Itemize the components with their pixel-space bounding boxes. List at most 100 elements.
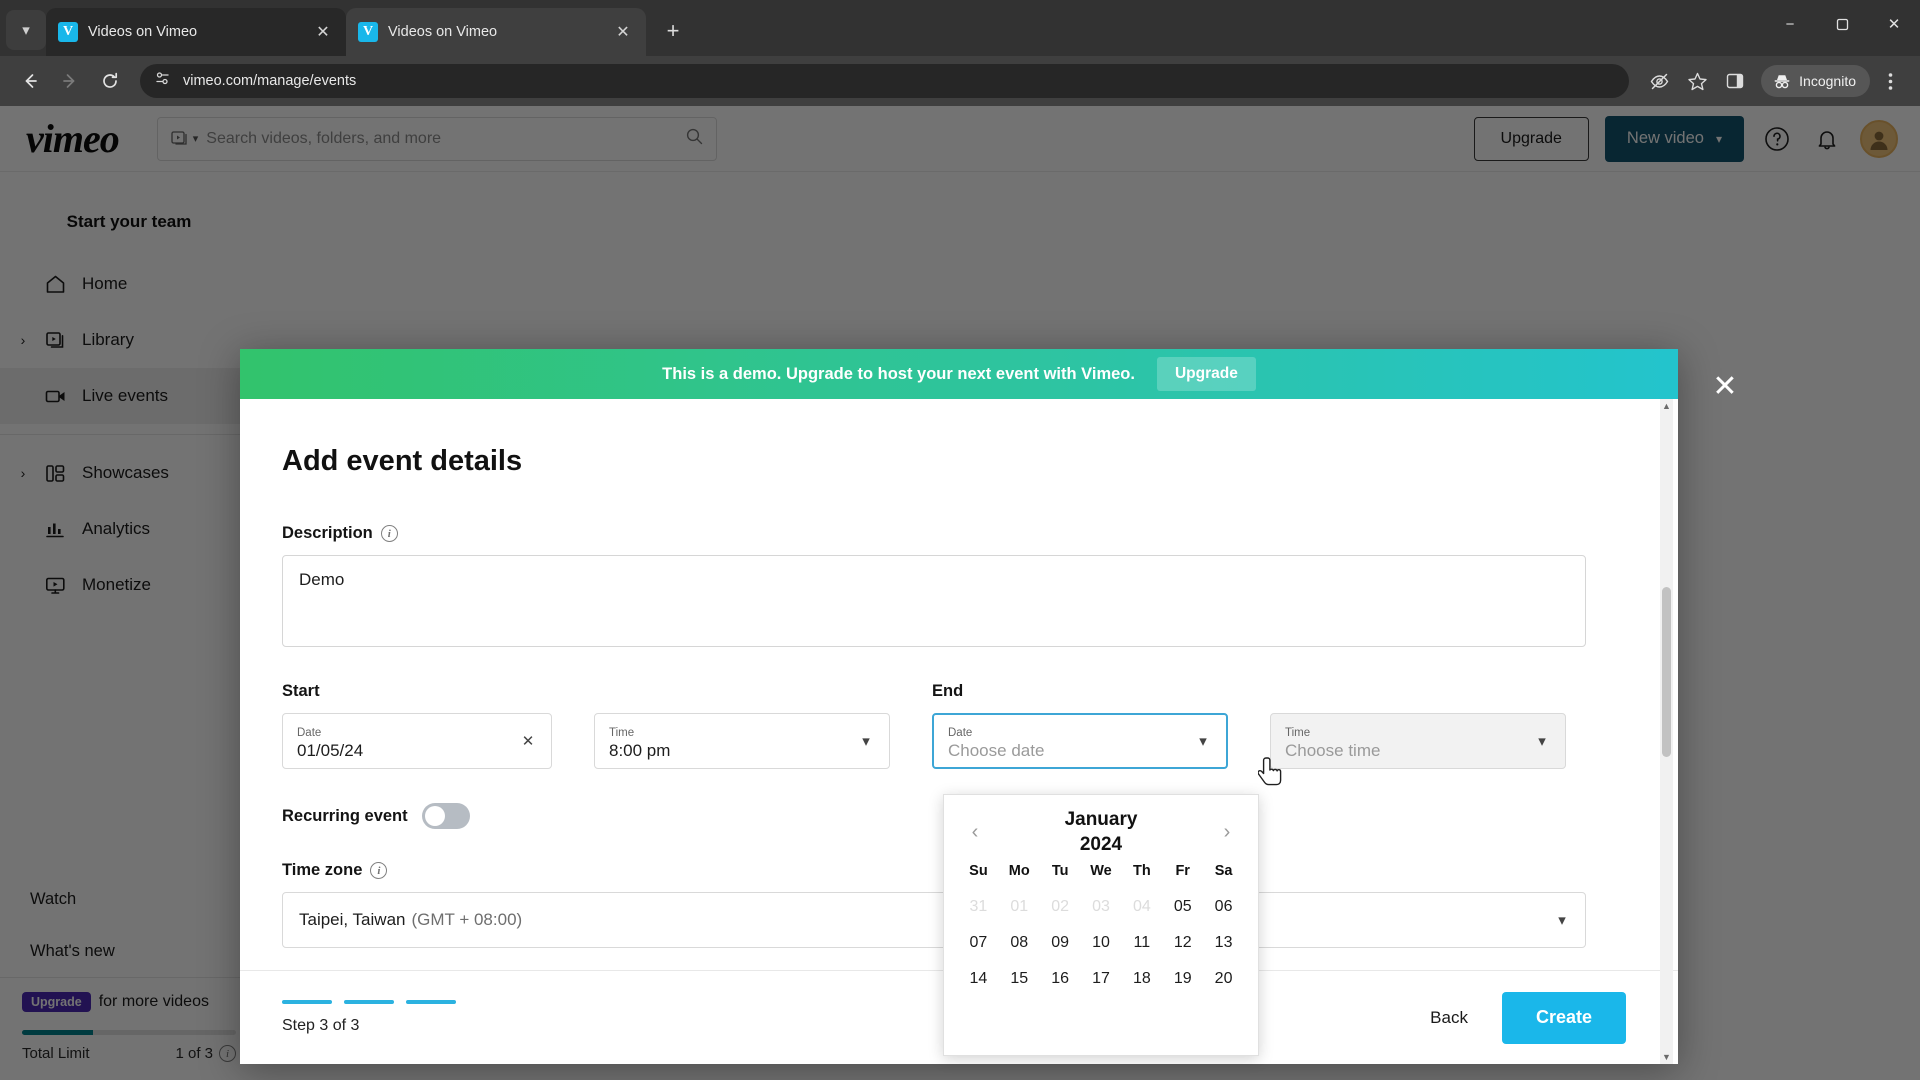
page-content: vimeo ▾ Upgrade New video xyxy=(0,106,1920,1080)
calendar-day[interactable]: 13 xyxy=(1203,925,1244,961)
timezone-select[interactable]: Taipei, Taiwan (GMT + 08:00) ▾ xyxy=(282,892,1586,948)
calendar-month: January xyxy=(1064,809,1138,830)
end-label: End xyxy=(932,682,964,700)
tab-search-button[interactable]: ▾ xyxy=(6,10,46,50)
calendar-header: ‹ January 2024 › xyxy=(958,805,1244,859)
page-settings-icon[interactable] xyxy=(154,70,171,92)
calendar-weekday-header: Su Mo Tu We Th Fr Sa xyxy=(958,859,1244,889)
end-group: End Date Choose date ▾ Time Choose time … xyxy=(932,682,1566,769)
eye-off-icon[interactable] xyxy=(1641,63,1677,99)
calendar-day[interactable]: 19 xyxy=(1162,961,1203,997)
calendar-weekday: Fr xyxy=(1175,863,1190,879)
scrollbar-thumb[interactable] xyxy=(1662,587,1671,757)
chevron-down-icon[interactable]: ▾ xyxy=(855,730,877,752)
calendar-day[interactable]: 10 xyxy=(1081,925,1122,961)
info-icon[interactable]: i xyxy=(380,525,398,542)
calendar-weeks: 31 01 02 03 04 05 06 07 08 09 10 11 12 13 14 15 16 17 18 19… xyxy=(958,889,1244,997)
back-button[interactable]: Back xyxy=(1430,1008,1468,1028)
calendar-day: 31 xyxy=(969,898,988,915)
description-textarea[interactable] xyxy=(282,555,1586,647)
recurring-event-label: Recurring event xyxy=(282,806,408,825)
calendar-month-year: January 2024 xyxy=(992,807,1210,857)
step-dash xyxy=(406,1000,456,1004)
chevron-down-icon[interactable]: ▾ xyxy=(1551,909,1573,931)
start-label: Start xyxy=(282,682,320,700)
maximize-button[interactable] xyxy=(1816,0,1868,48)
chevron-left-icon[interactable]: ‹ xyxy=(958,815,992,849)
calendar-day[interactable]: 17 xyxy=(1081,961,1122,997)
calendar-day[interactable]: 16 xyxy=(1040,961,1081,997)
chevron-right-icon[interactable]: › xyxy=(1210,815,1244,849)
new-tab-button[interactable]: + xyxy=(656,14,690,48)
recurring-event-toggle[interactable] xyxy=(421,803,470,829)
chevron-down-icon[interactable]: ▾ xyxy=(1192,730,1214,752)
reload-button[interactable] xyxy=(92,63,128,99)
calendar-day: 02 xyxy=(1051,898,1070,915)
close-window-button[interactable]: ✕ xyxy=(1868,0,1920,48)
vimeo-favicon: V xyxy=(358,22,378,42)
browser-tab-2[interactable]: V Videos on Vimeo ✕ xyxy=(346,8,646,56)
step-indicator: Step 3 of 3 xyxy=(282,1000,456,1035)
calendar-day[interactable]: 20 xyxy=(1203,961,1244,997)
chevron-down-icon[interactable]: ▾ xyxy=(1531,730,1553,752)
tab-strip: ▾ V Videos on Vimeo ✕ V Videos on Vimeo … xyxy=(0,0,1920,56)
tab-title: Videos on Vimeo xyxy=(388,24,498,40)
calendar-day[interactable]: 09 xyxy=(1040,925,1081,961)
end-date-input[interactable]: Date Choose date ▾ xyxy=(932,713,1228,769)
forward-button[interactable] xyxy=(52,63,88,99)
calendar-day[interactable]: 07 xyxy=(958,925,999,961)
address-bar[interactable]: vimeo.com/manage/events xyxy=(140,64,1630,98)
calendar-day[interactable]: 12 xyxy=(1162,925,1203,961)
calendar-day[interactable]: 18 xyxy=(1121,961,1162,997)
start-time-value: 8:00 pm xyxy=(609,741,671,760)
incognito-indicator[interactable]: Incognito xyxy=(1761,65,1870,97)
window-controls: − ✕ xyxy=(1764,0,1920,48)
timezone-offset: (GMT + 08:00) xyxy=(411,910,523,929)
url-text: vimeo.com/manage/events xyxy=(183,73,357,89)
calendar-week-row: 31 01 02 03 04 05 06 xyxy=(958,889,1244,925)
create-button[interactable]: Create xyxy=(1501,991,1626,1044)
reload-icon xyxy=(103,72,118,88)
calendar-day[interactable]: 08 xyxy=(999,925,1040,961)
minimize-button[interactable]: − xyxy=(1764,0,1816,48)
calendar-day[interactable]: 15 xyxy=(999,961,1040,997)
start-date-input[interactable]: Date 01/05/24 ✕ xyxy=(282,713,552,769)
start-date-value: 01/05/24 xyxy=(297,741,364,760)
chevron-down-icon: ▾ xyxy=(22,22,30,39)
footer-actions: Back Create xyxy=(1430,991,1626,1044)
back-arrow-icon xyxy=(25,74,37,88)
start-time-input[interactable]: Time 8:00 pm ▾ xyxy=(594,713,890,769)
vimeo-favicon: V xyxy=(58,22,78,42)
end-time-mini-label: Time xyxy=(1285,727,1311,739)
side-panel-icon[interactable] xyxy=(1717,63,1753,99)
star-icon[interactable] xyxy=(1679,63,1715,99)
banner-upgrade-button[interactable]: Upgrade xyxy=(1156,357,1256,391)
start-group: Start Date 01/05/24 ✕ Time 8:00 pm ▾ xyxy=(282,682,890,769)
calendar-day: 03 xyxy=(1092,898,1110,915)
scroll-down-icon[interactable]: ▼ xyxy=(1660,1050,1673,1064)
start-time-mini-label: Time xyxy=(609,727,635,739)
scroll-up-icon[interactable]: ▲ xyxy=(1660,399,1673,413)
tab-close-icon[interactable]: ✕ xyxy=(312,21,334,43)
modal-scrollbar[interactable]: ▲ ▼ xyxy=(1660,399,1673,1064)
tab-close-icon[interactable]: ✕ xyxy=(612,21,634,43)
end-time-input[interactable]: Time Choose time ▾ xyxy=(1270,713,1566,769)
calendar-day[interactable]: 06 xyxy=(1203,889,1244,925)
clear-x-icon[interactable]: ✕ xyxy=(517,730,539,752)
calendar-day[interactable]: 11 xyxy=(1121,925,1162,961)
calendar-weekday: Tu xyxy=(1051,863,1069,879)
calendar-day[interactable]: 14 xyxy=(958,961,999,997)
start-date-mini-label: Date xyxy=(297,727,322,739)
close-icon[interactable]: ✕ xyxy=(1708,369,1742,403)
step-dash xyxy=(282,1000,332,1004)
step-text: Step 3 of 3 xyxy=(282,1017,360,1034)
three-dot-menu-icon[interactable] xyxy=(1872,63,1908,99)
back-button[interactable] xyxy=(12,63,48,99)
date-picker-popover: ‹ January 2024 › Su Mo Tu We Th Fr Sa 31 01 02 03… xyxy=(943,794,1259,1056)
incognito-label: Incognito xyxy=(1799,73,1856,89)
forward-arrow-icon xyxy=(63,74,75,88)
browser-tab-1[interactable]: V Videos on Vimeo ✕ xyxy=(46,8,346,56)
calendar-day[interactable]: 05 xyxy=(1162,889,1203,925)
info-icon[interactable]: i xyxy=(370,862,388,879)
calendar-week-row: 14 15 16 17 18 19 20 xyxy=(958,961,1244,997)
